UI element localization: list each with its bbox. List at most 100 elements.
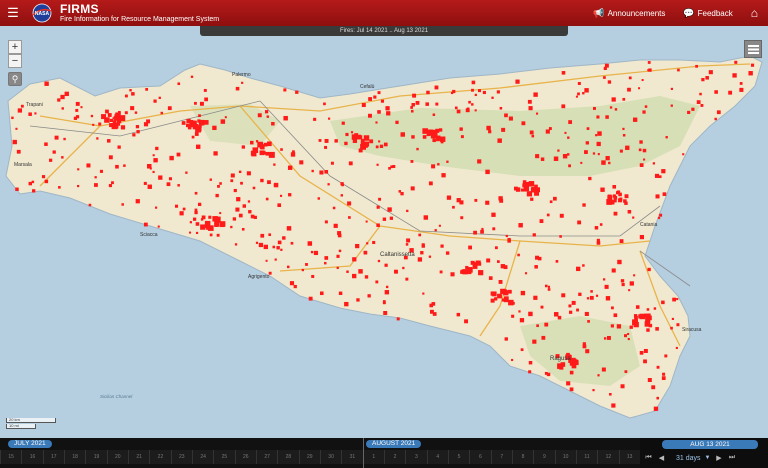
timeline-day[interactable]: 19 xyxy=(85,450,107,464)
timeline-day[interactable]: 10 xyxy=(554,450,576,464)
announcements-button[interactable]: 📢 Announcements xyxy=(593,8,665,19)
zoom-out-button[interactable]: − xyxy=(8,54,22,68)
fire-detection xyxy=(596,115,600,119)
fire-detection xyxy=(643,348,648,353)
fire-detection xyxy=(605,115,609,119)
fire-detection xyxy=(377,259,381,263)
fire-detection xyxy=(212,125,217,131)
fire-detection xyxy=(661,169,666,174)
fire-detection xyxy=(375,280,379,284)
fire-cluster xyxy=(203,120,209,125)
fire-detection xyxy=(625,145,630,150)
timeline-day[interactable]: 9 xyxy=(533,450,555,464)
hamburger-menu-icon[interactable]: ☰ xyxy=(0,0,26,26)
fire-detection xyxy=(290,152,296,157)
city-label: Ragusa xyxy=(550,356,571,362)
fire-detection xyxy=(520,290,526,296)
zoom-in-button[interactable]: + xyxy=(8,40,22,54)
skip-forward-icon[interactable]: ⏭ xyxy=(727,454,736,462)
timeline-day[interactable]: 29 xyxy=(298,450,320,464)
timeline-day[interactable]: 17 xyxy=(42,450,64,464)
layers-button[interactable] xyxy=(744,40,762,58)
timeline-day[interactable]: 7 xyxy=(490,450,512,464)
fire-detection xyxy=(107,113,112,117)
fire-detection xyxy=(705,76,709,80)
home-icon[interactable]: ⌂ xyxy=(751,6,758,20)
fire-detection xyxy=(358,269,363,274)
fire-detection xyxy=(390,165,393,169)
fire-detection xyxy=(480,229,484,234)
fire-cluster xyxy=(524,181,530,187)
timeline-day[interactable]: 8 xyxy=(511,450,534,464)
timeline-day[interactable]: 31 xyxy=(341,450,363,464)
timeline-day[interactable]: 25 xyxy=(213,450,235,464)
timeline-day[interactable]: 18 xyxy=(63,450,86,464)
fire-detection xyxy=(655,194,660,199)
fire-detection xyxy=(189,221,192,224)
timeline-day[interactable]: 23 xyxy=(170,450,192,464)
fire-detection xyxy=(204,97,208,102)
fire-detection xyxy=(505,234,508,238)
timeline-day[interactable]: 28 xyxy=(277,450,299,464)
fire-detection xyxy=(454,106,458,110)
fire-detection xyxy=(400,192,404,196)
timeline-day[interactable]: 30 xyxy=(319,450,342,464)
fire-detection xyxy=(242,204,247,208)
timeline-day[interactable]: 20 xyxy=(106,450,128,464)
timeline-day[interactable]: 27 xyxy=(255,450,278,464)
fire-detection xyxy=(544,284,548,288)
fire-map[interactable]: Palermo Trapani Caltanissetta Agrigento … xyxy=(0,26,768,438)
timeline-day[interactable]: 21 xyxy=(127,450,150,464)
fire-detection xyxy=(197,202,202,207)
skip-back-icon[interactable]: ⏮ xyxy=(644,454,653,462)
fire-detection xyxy=(716,110,721,115)
timeline-day[interactable]: 16 xyxy=(21,450,43,464)
fire-detection xyxy=(639,140,643,144)
fire-detection xyxy=(446,195,452,200)
fire-detection xyxy=(105,109,109,114)
fire-detection xyxy=(589,295,594,300)
timeline-day[interactable]: 1 xyxy=(362,450,384,464)
fire-detection xyxy=(600,187,605,192)
fire-detection xyxy=(606,336,611,340)
timeline-day[interactable]: 22 xyxy=(149,450,171,464)
fire-detection xyxy=(411,135,415,139)
timeline-day[interactable]: 11 xyxy=(575,450,598,464)
timeline-day[interactable]: 12 xyxy=(597,450,619,464)
fire-detection xyxy=(274,258,277,261)
fire-detection xyxy=(108,155,113,160)
fire-detection xyxy=(410,160,414,163)
fire-detection xyxy=(584,150,588,154)
period-select[interactable]: 31 days ▼ xyxy=(676,455,710,462)
fire-detection xyxy=(52,150,56,154)
timeline-day[interactable]: 24 xyxy=(191,450,214,464)
fire-cluster xyxy=(528,181,535,187)
fire-cluster xyxy=(435,128,440,133)
step-back-icon[interactable]: ◀ xyxy=(657,454,666,462)
timeline-day[interactable]: 26 xyxy=(234,450,256,464)
fire-cluster xyxy=(201,215,206,220)
locate-icon[interactable]: ⚲ xyxy=(8,72,22,86)
fire-detection xyxy=(603,278,606,281)
fire-detection xyxy=(585,349,590,354)
end-date-label[interactable]: AUG 13 2021 xyxy=(662,440,758,449)
fire-detection xyxy=(366,242,369,245)
timeline-day[interactable]: 6 xyxy=(469,450,491,464)
timeline-day[interactable]: 5 xyxy=(447,450,470,464)
fire-detection xyxy=(531,134,535,138)
timeline-day[interactable]: 15 xyxy=(0,450,22,464)
fire-detection xyxy=(75,115,80,119)
chevron-down-icon: ▼ xyxy=(704,455,711,461)
fire-cluster xyxy=(422,135,427,139)
period-value: 31 days xyxy=(676,454,701,462)
fire-cluster xyxy=(438,128,443,132)
timeline-day[interactable]: 2 xyxy=(383,450,406,464)
feedback-button[interactable]: 💬 Feedback xyxy=(683,8,732,19)
fire-detection xyxy=(209,233,213,237)
fire-detection xyxy=(425,102,429,106)
fire-detection xyxy=(250,214,255,219)
step-forward-icon[interactable]: ▶ xyxy=(714,454,723,462)
timeline-day[interactable]: 3 xyxy=(405,450,427,464)
timeline-day[interactable]: 13 xyxy=(618,450,640,464)
timeline-day[interactable]: 4 xyxy=(426,450,448,464)
